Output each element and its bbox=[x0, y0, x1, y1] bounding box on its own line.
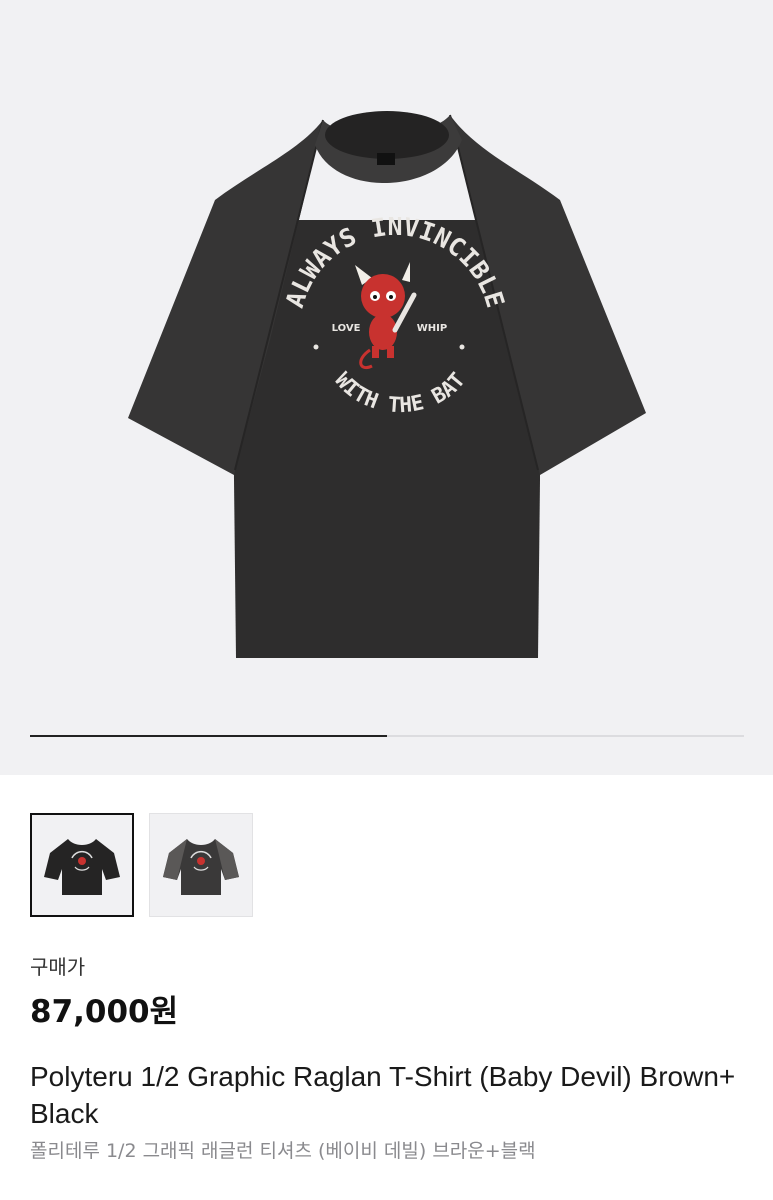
product-title: Polyteru 1/2 Graphic Raglan T-Shirt (Bab… bbox=[30, 1061, 736, 1129]
thumbnail-black[interactable] bbox=[30, 813, 134, 917]
thumbnail-brown[interactable] bbox=[149, 813, 253, 917]
product-image-gallery[interactable]: ALWAYS INVINCIBLE WITH THE BAT LOVE WHIP bbox=[0, 0, 773, 775]
price-label: 구매가 bbox=[30, 955, 86, 979]
product-info: 구매가 87,000원 Polyteru 1/2 Graphic Raglan … bbox=[30, 952, 745, 1164]
thumbnail-image bbox=[163, 839, 239, 895]
gallery-progress-fill bbox=[30, 735, 387, 737]
price-value: 87,000원 bbox=[30, 994, 179, 1030]
thumbnail-image bbox=[44, 839, 120, 895]
gallery-progress-track bbox=[30, 735, 744, 737]
product-image: ALWAYS INVINCIBLE WITH THE BAT LOVE WHIP bbox=[128, 111, 646, 658]
print-left-word: LOVE bbox=[332, 323, 361, 334]
product-subtitle: 폴리테루 1/2 그래픽 래글런 티셔츠 (베이비 데빌) 브라운+블랙 bbox=[30, 1140, 536, 1162]
print-right-word: WHIP bbox=[417, 323, 447, 334]
thumbnail-list bbox=[30, 813, 253, 917]
